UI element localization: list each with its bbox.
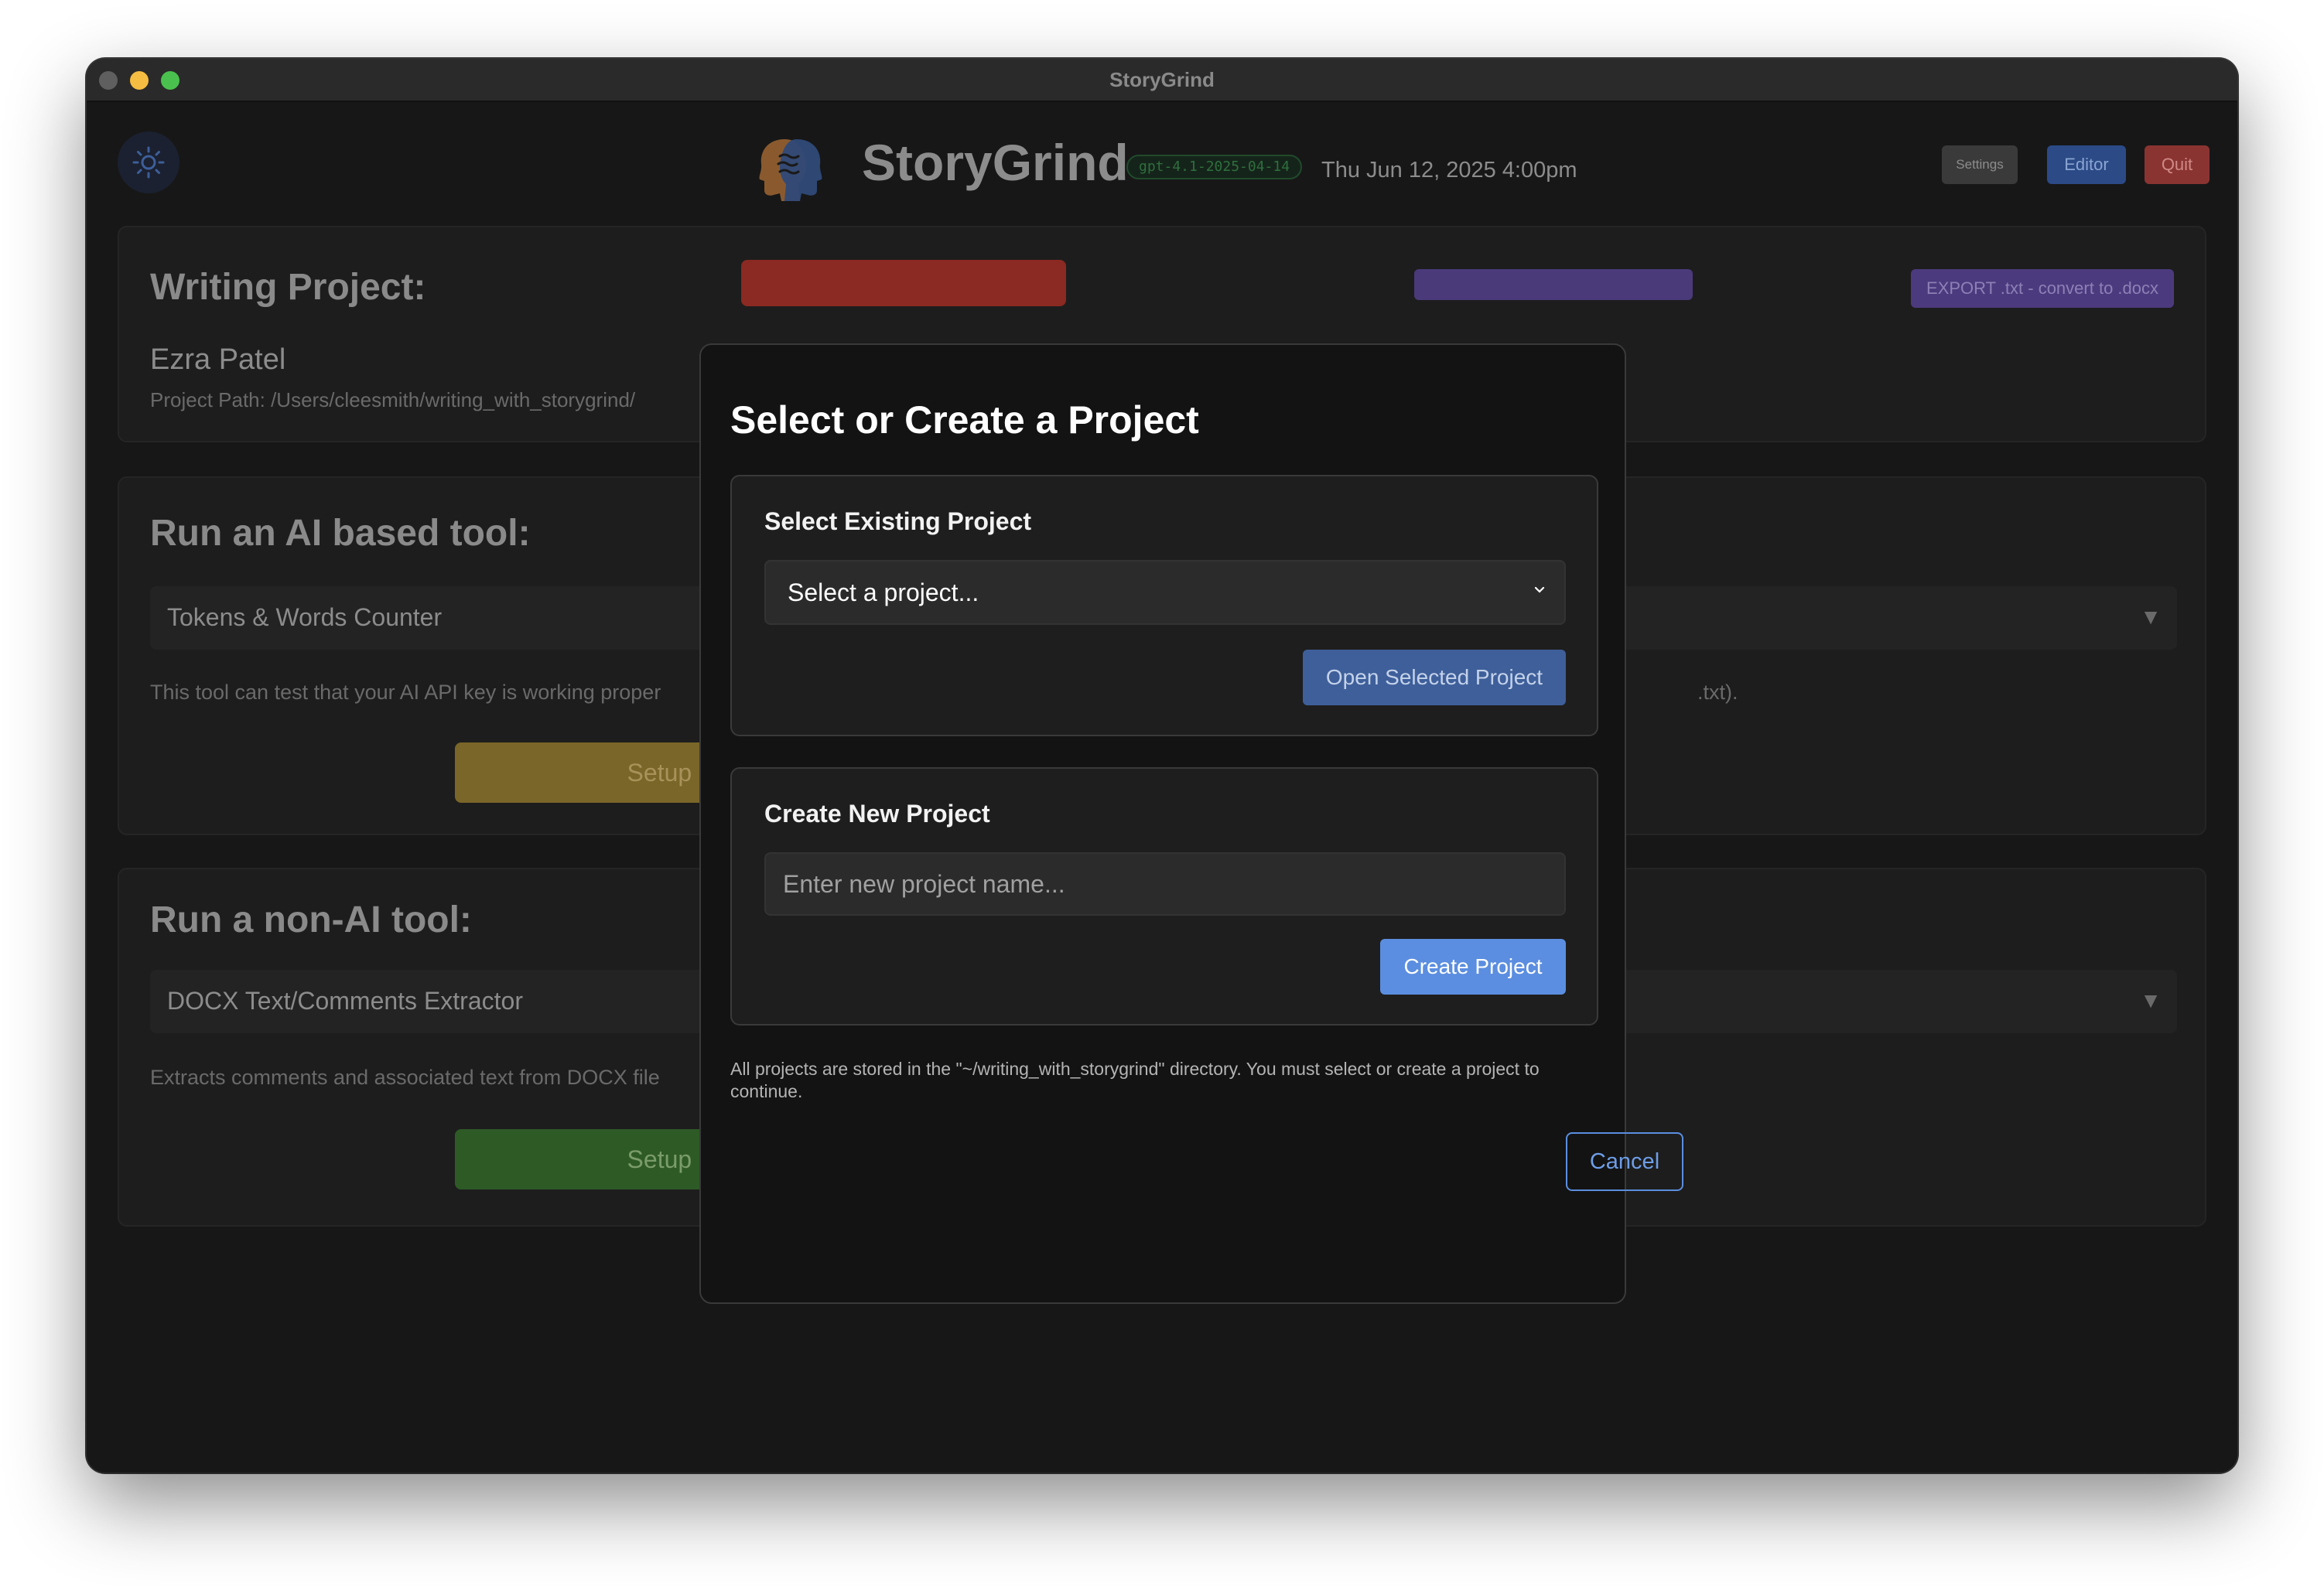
panel-title: Writing Project:: [150, 267, 426, 308]
sun-icon: [132, 146, 165, 179]
open-selected-project-button[interactable]: Open Selected Project: [1303, 650, 1566, 705]
app-content: StoryGrind gpt-4.1-2025-04-14 Thu Jun 12…: [87, 102, 2237, 1473]
project-path: Project Path: /Users/cleesmith/writing_w…: [150, 388, 636, 411]
triangle-down-icon: ▼: [2140, 605, 2162, 629]
project-select[interactable]: Select a project...: [764, 560, 1566, 625]
panel-title: Run a non-AI tool:: [150, 899, 472, 940]
card-heading: Select Existing Project: [764, 507, 1032, 535]
create-new-card: Create New Project Create Project: [730, 767, 1598, 1026]
export-button[interactable]: EXPORT .txt - convert to .docx: [1911, 269, 2174, 308]
new-project-name-input[interactable]: [764, 852, 1566, 916]
create-project-button[interactable]: Create Project: [1380, 939, 1566, 995]
quit-button[interactable]: Quit: [2145, 145, 2210, 184]
select-existing-card: Select Existing Project Select a project…: [730, 475, 1598, 736]
app-name: StoryGrind: [862, 134, 1129, 191]
project-select-value: Select a project...: [788, 578, 979, 606]
editor-button[interactable]: Editor: [2047, 145, 2126, 184]
tool-description: This tool can test that your AI API key …: [150, 681, 661, 704]
import-button[interactable]: [1414, 269, 1693, 300]
theme-toggle-button[interactable]: [118, 131, 179, 193]
panel-title: Run an AI based tool:: [150, 513, 531, 554]
selected-tool-label: Tokens & Words Counter: [167, 603, 443, 631]
storygrind-logo: [759, 139, 822, 201]
triangle-down-icon: ▼: [2140, 988, 2162, 1012]
selected-tool-label: DOCX Text/Comments Extractor: [167, 987, 523, 1015]
window-title: StoryGrind: [1109, 68, 1215, 91]
model-badge: gpt-4.1-2025-04-14: [1126, 155, 1303, 179]
tool-description-tail: .txt).: [1697, 681, 1738, 704]
select-project-button[interactable]: [741, 260, 1066, 306]
chevron-down-icon: [1534, 586, 1545, 593]
storage-note: All projects are stored in the "~/writin…: [730, 1059, 1540, 1101]
project-modal: Select or Create a Project Select Existi…: [699, 343, 1683, 1304]
modal-title: Select or Create a Project: [730, 398, 1199, 442]
card-heading: Create New Project: [764, 800, 990, 828]
current-datetime: Thu Jun 12, 2025 4:00pm: [1321, 158, 1577, 183]
app-window: StoryGrind StoryGrind gpt-4.1-2025-04-14…: [87, 59, 2237, 1473]
settings-button[interactable]: Settings: [1942, 145, 2018, 184]
project-name: Ezra Patel: [150, 343, 286, 376]
tool-description: Extracts comments and associated text fr…: [150, 1066, 660, 1089]
cancel-button[interactable]: Cancel: [1566, 1132, 1683, 1191]
title-bar[interactable]: StoryGrind: [87, 59, 2237, 102]
